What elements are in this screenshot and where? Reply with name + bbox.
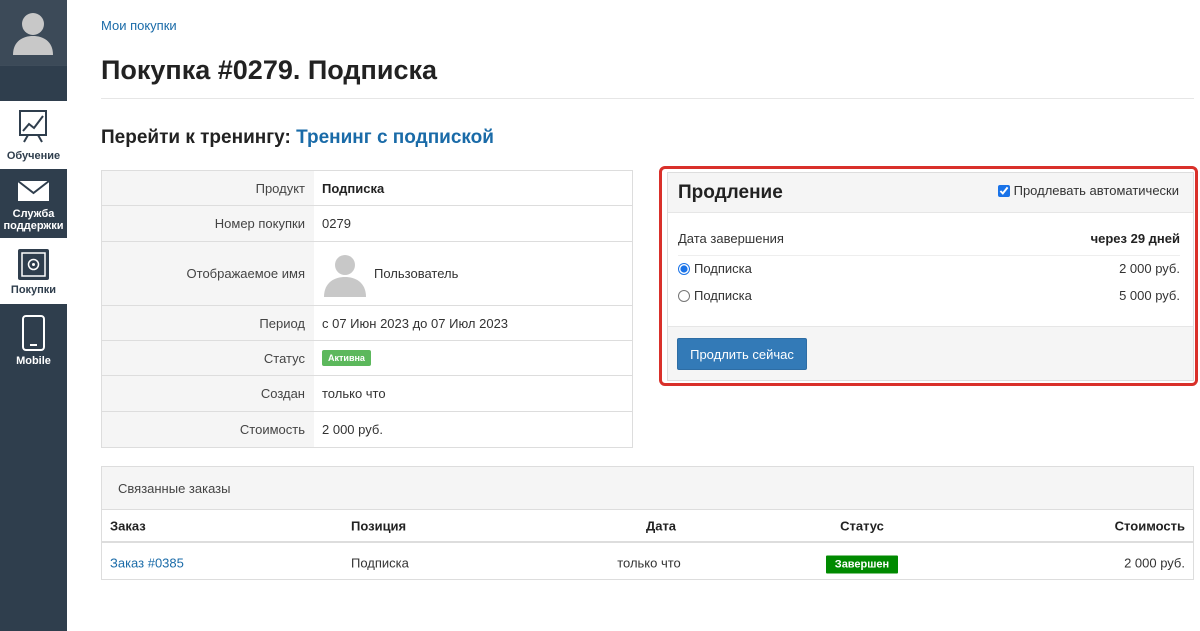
column-header-position: Позиция <box>351 518 407 533</box>
info-row-status: Статус Активна <box>102 341 632 376</box>
info-key: Продукт <box>102 171 314 205</box>
page-title: Покупка #0279. Подписка <box>101 55 437 85</box>
renewal-option-label[interactable]: Подписка <box>678 288 752 303</box>
auto-renew-label: Продлевать автоматически <box>1013 183 1179 198</box>
info-value: Активна <box>314 341 632 375</box>
status-badge: Активна <box>322 350 371 366</box>
order-date: только что <box>617 555 681 570</box>
renewal-option-name: Подписка <box>694 261 752 276</box>
info-key: Статус <box>102 341 314 375</box>
renewal-option-price: 5 000 руб. <box>1119 288 1180 303</box>
renewal-header: Продление Продлевать автоматически <box>668 173 1193 213</box>
sidebar-item-purchases[interactable]: Покупки <box>0 238 67 304</box>
order-position: Подписка <box>351 555 409 570</box>
column-header-order: Заказ <box>110 518 146 533</box>
column-header-status: Статус <box>840 518 884 533</box>
sidebar-item-learning[interactable]: Обучение <box>0 101 67 169</box>
info-value: с 07 Июн 2023 до 07 Июл 2023 <box>322 315 509 331</box>
info-value: Пользователь <box>314 242 632 305</box>
sidebar-item-label: Покупки <box>10 284 57 296</box>
user-silhouette-icon <box>324 254 366 297</box>
info-value: Подписка <box>322 180 385 196</box>
end-date-value: через 29 дней <box>1090 231 1180 246</box>
envelope-icon <box>17 180 50 201</box>
order-cost: 2 000 руб. <box>1124 555 1185 570</box>
info-row-product: Продукт Подписка <box>102 171 632 206</box>
divider <box>678 255 1180 256</box>
renewal-option-name: Подписка <box>694 288 752 303</box>
renew-now-button[interactable]: Продлить сейчас <box>677 338 807 370</box>
info-row-period: Период с 07 Июн 2023 до 07 Июл 2023 <box>102 306 632 341</box>
status-badge: Завершен <box>825 555 899 573</box>
info-value: только что <box>322 386 386 401</box>
info-row-number: Номер покупки 0279 <box>102 206 632 242</box>
renewal-option[interactable]: Подписка 5 000 руб. <box>678 288 1180 303</box>
sidebar-item-support[interactable]: Служба поддержки <box>0 170 67 237</box>
sidebar-separator <box>0 65 67 100</box>
info-row-cost: Стоимость 2 000 руб. <box>102 412 632 447</box>
chart-board-icon <box>19 110 47 143</box>
info-key: Отображаемое имя <box>102 242 314 305</box>
end-date-row: Дата завершения через 29 дней <box>678 231 1180 246</box>
sidebar-item-label: Mobile <box>16 355 51 367</box>
related-orders-header: Связанные заказы <box>102 467 1193 510</box>
info-value: 2 000 руб. <box>322 422 383 437</box>
safe-icon <box>18 249 49 280</box>
display-name: Пользователь <box>374 266 459 281</box>
sidebar-item-mobile[interactable]: Mobile <box>0 305 67 373</box>
renewal-option-label[interactable]: Подписка <box>678 261 752 276</box>
auto-renew-toggle[interactable]: Продлевать автоматически <box>997 183 1179 198</box>
end-date-label: Дата завершения <box>678 231 784 246</box>
title-divider <box>101 98 1194 99</box>
go-to-training: Перейти к тренингу: Тренинг с подпиской <box>101 127 494 149</box>
column-header-cost: Стоимость <box>1114 518 1185 533</box>
user-avatar[interactable] <box>0 0 67 65</box>
sidebar-item-label: Обучение <box>6 150 61 162</box>
renewal-title: Продление <box>678 182 783 203</box>
column-header-date: Дата <box>645 518 677 533</box>
info-row-created: Создан только что <box>102 376 632 412</box>
renewal-option[interactable]: Подписка 2 000 руб. <box>678 261 1180 276</box>
user-silhouette-icon <box>13 13 53 55</box>
sidebar-item-label: Служба поддержки <box>3 208 64 232</box>
order-status: Завершен <box>820 555 904 573</box>
info-key: Создан <box>102 376 314 411</box>
info-key: Период <box>102 306 314 340</box>
training-link[interactable]: Тренинг с подпиской <box>296 127 494 148</box>
renewal-option-price: 2 000 руб. <box>1119 261 1180 276</box>
renewal-footer: Продлить сейчас <box>668 326 1193 380</box>
related-orders-title: Связанные заказы <box>118 481 231 496</box>
renewal-option-radio[interactable] <box>678 262 690 275</box>
orders-table-header: Заказ Позиция Дата Статус Стоимость <box>102 510 1193 543</box>
purchase-info-table: Продукт Подписка Номер покупки 0279 Отоб… <box>101 170 633 448</box>
renewal-option-radio[interactable] <box>678 289 690 302</box>
go-to-training-label: Перейти к тренингу: <box>101 127 291 148</box>
phone-icon <box>22 315 45 351</box>
auto-renew-checkbox[interactable] <box>997 184 1010 197</box>
related-orders-panel: Связанные заказы Заказ Позиция Дата Стат… <box>101 466 1194 580</box>
renewal-panel: Продление Продлевать автоматически Дата … <box>667 172 1194 381</box>
info-row-display-name: Отображаемое имя Пользователь <box>102 242 632 306</box>
breadcrumb-my-purchases[interactable]: Мои покупки <box>101 18 177 33</box>
table-row: Заказ #0385 Подписка только что Завершен… <box>102 545 1193 580</box>
info-key: Номер покупки <box>102 206 314 241</box>
order-link[interactable]: Заказ #0385 <box>110 555 184 570</box>
info-value: 0279 <box>322 216 351 231</box>
sidebar: Обучение Служба поддержки Покупки Mobile <box>0 0 67 631</box>
info-key: Стоимость <box>102 412 314 447</box>
